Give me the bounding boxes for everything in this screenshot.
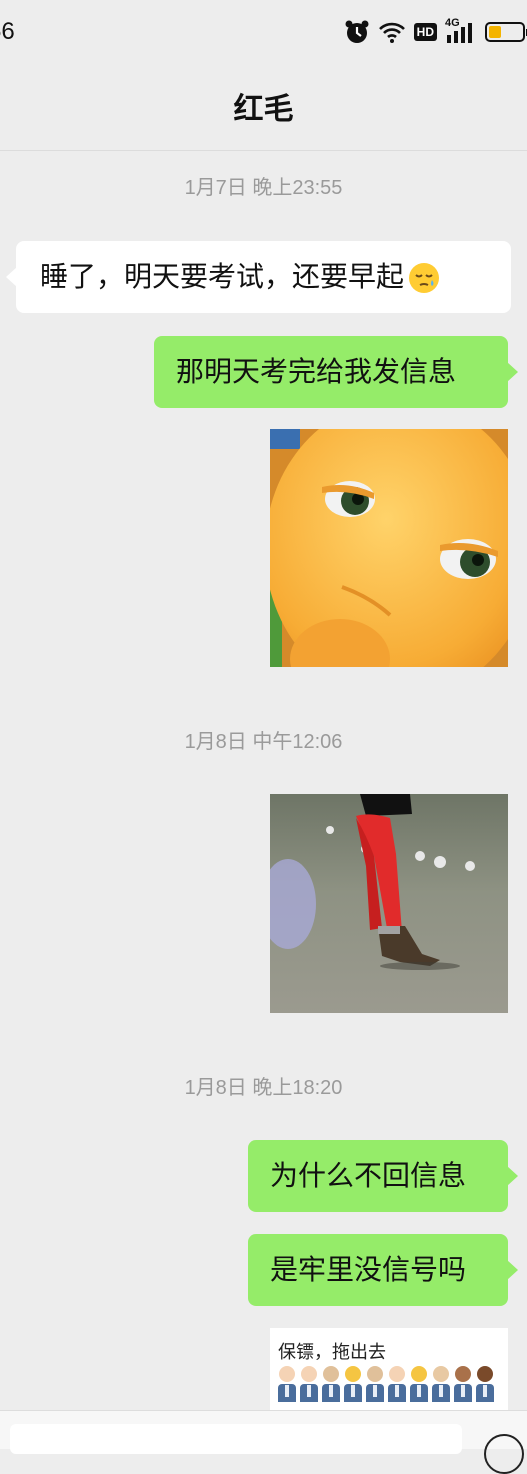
emoji-button-icon[interactable] <box>484 1434 524 1474</box>
bodyguard-emoji <box>322 1366 340 1402</box>
outgoing-message-bubble[interactable]: 那明天考完给我发信息 <box>154 336 518 408</box>
bodyguard-emoji <box>476 1366 494 1402</box>
message-text: 睡了，明天要考试，还要早起 <box>40 260 405 293</box>
message-text: 那明天考完给我发信息 <box>176 355 457 388</box>
yellow-cartoon-character-sticker <box>270 429 508 667</box>
hd-icon: HD <box>413 23 437 41</box>
status-time: 56 <box>0 18 15 45</box>
message-text: 是牢里没信号吗 <box>270 1253 467 1286</box>
network-label: 4G <box>445 17 460 29</box>
bodyguard-emoji <box>432 1366 450 1402</box>
message-timestamp: 1月8日 中午12:06 <box>184 731 343 753</box>
meme-caption: 保镖，拖出去 <box>278 1342 386 1363</box>
status-bar: 56 HD 4G <box>0 0 527 62</box>
image-message[interactable] <box>270 429 508 667</box>
image-message[interactable] <box>270 794 508 1013</box>
outgoing-message-bubble[interactable]: 为什么不回信息 <box>248 1140 518 1212</box>
message-text: 为什么不回信息 <box>270 1159 467 1192</box>
chat-header: 红毛 <box>0 62 527 151</box>
outgoing-message-bubble[interactable]: 是牢里没信号吗 <box>248 1234 518 1306</box>
bodyguard-meme <box>278 1366 494 1402</box>
image-message[interactable]: 保镖，拖出去 <box>270 1328 508 1410</box>
bodyguard-emoji <box>300 1366 318 1402</box>
status-icons: HD 4G <box>344 16 527 48</box>
bodyguard-emoji <box>278 1366 296 1402</box>
bodyguard-emoji <box>388 1366 406 1402</box>
chat-title: 红毛 <box>233 92 294 127</box>
bodyguard-emoji <box>410 1366 428 1402</box>
bodyguard-emoji <box>344 1366 362 1402</box>
battery-icon <box>485 22 527 42</box>
sleepy-face-emoji <box>409 263 440 293</box>
message-input[interactable] <box>10 1424 462 1454</box>
person-red-pants-walking-gif <box>270 794 508 1013</box>
bodyguard-emoji <box>454 1366 472 1402</box>
wifi-icon <box>378 22 405 43</box>
signal-4g-icon: 4G <box>445 17 477 45</box>
message-timestamp: 1月7日 晚上23:55 <box>184 177 343 199</box>
incoming-message-bubble[interactable]: 睡了，明天要考试，还要早起 <box>6 241 511 313</box>
message-timestamp: 1月8日 晚上18:20 <box>184 1077 343 1099</box>
alarm-icon <box>345 20 369 43</box>
bodyguard-emoji <box>366 1366 384 1402</box>
